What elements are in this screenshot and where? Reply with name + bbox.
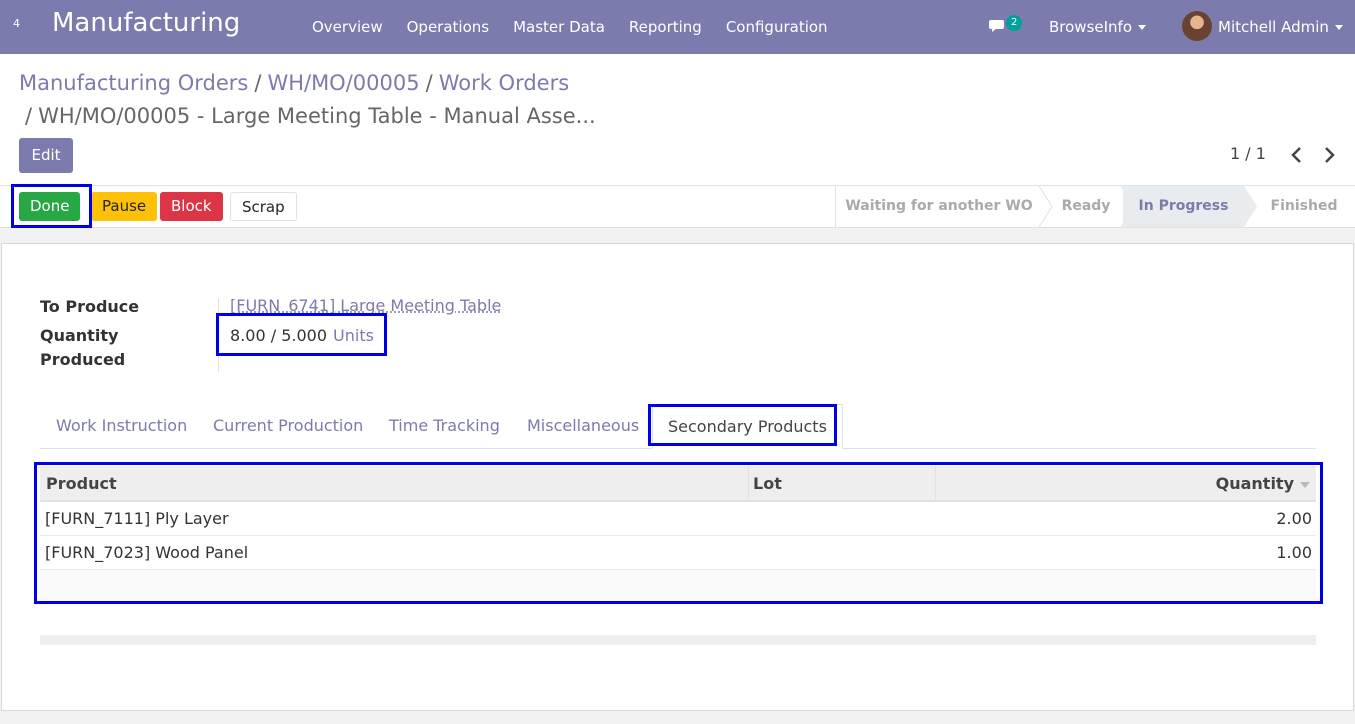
block-button[interactable]: Block	[160, 192, 223, 221]
menu-master-data[interactable]: Master Data	[501, 0, 617, 54]
breadcrumb-current: WH/MO/00005 - Large Meeting Table - Manu…	[38, 104, 596, 128]
chat-icon	[989, 20, 1004, 32]
stage-pipeline: Waiting for another WO Ready In Progress…	[835, 186, 1355, 227]
to-produce-label: To Produce	[40, 297, 140, 316]
user-menu[interactable]: Mitchell Admin	[1218, 0, 1343, 54]
stage-ready[interactable]: Ready	[1052, 186, 1120, 227]
menu-reporting[interactable]: Reporting	[617, 0, 714, 54]
produced-label: Produced	[40, 350, 126, 369]
control-panel: Manufacturing Orders / WH/MO/00005/Work Or…	[0, 54, 1355, 186]
edit-button[interactable]: Edit	[19, 138, 73, 173]
stage-waiting[interactable]: Waiting for another WO	[836, 186, 1042, 227]
menu-overview[interactable]: Overview	[300, 0, 395, 54]
company-switcher[interactable]: BrowseInfo	[1049, 0, 1147, 54]
highlight-box	[34, 462, 1323, 604]
breadcrumb-manufacturing-orders[interactable]: Manufacturing Orders	[19, 71, 248, 95]
chat-button[interactable]: 2	[989, 15, 1029, 37]
status-bar: Done Pause Block Scrap Waiting for anoth…	[0, 186, 1355, 228]
quantity-label: Quantity	[40, 326, 119, 345]
avatar[interactable]	[1182, 11, 1212, 41]
menu-operations[interactable]: Operations	[395, 0, 501, 54]
chevron-down-icon	[1138, 25, 1147, 30]
tab-miscellaneous[interactable]: Miscellaneous	[527, 404, 639, 449]
company-name: BrowseInfo	[1049, 18, 1133, 36]
breadcrumb-separator: /	[425, 71, 433, 95]
stage-finished[interactable]: Finished	[1260, 186, 1348, 227]
stage-arrow	[1244, 186, 1257, 227]
tab-current-production[interactable]: Current Production	[213, 404, 363, 449]
highlight-box	[648, 404, 837, 446]
user-name: Mitchell Admin	[1218, 18, 1329, 36]
tab-work-instruction[interactable]: Work Instruction	[56, 404, 187, 449]
tab-time-tracking[interactable]: Time Tracking	[389, 404, 500, 449]
breadcrumb-separator: /	[25, 104, 33, 128]
app-brand[interactable]: Manufacturing	[52, 8, 240, 38]
pager-value: 1 / 1	[1230, 144, 1266, 163]
chevron-left-icon[interactable]	[1290, 146, 1304, 164]
chevron-right-icon[interactable]	[1322, 146, 1336, 164]
stage-in-progress[interactable]: In Progress	[1123, 186, 1244, 227]
breadcrumb-mo[interactable]: WH/MO/00005	[267, 71, 419, 95]
menu-configuration[interactable]: Configuration	[714, 0, 840, 54]
top-navbar: 4 Manufacturing Overview Operations Mast…	[0, 0, 1355, 54]
chevron-down-icon	[1334, 25, 1343, 30]
breadcrumb-work-orders[interactable]: Work Orders	[439, 71, 569, 95]
main-menu: Overview Operations Master Data Reportin…	[300, 0, 840, 54]
breadcrumb: Manufacturing Orders / WH/MO/00005/Work Or…	[19, 67, 619, 133]
apps-menu-icon[interactable]: 4	[13, 17, 20, 30]
highlight-box	[216, 313, 387, 356]
table-footer	[40, 635, 1316, 645]
chat-count-badge: 2	[1006, 15, 1023, 31]
highlight-box	[11, 184, 92, 228]
pause-button[interactable]: Pause	[91, 192, 158, 221]
breadcrumb-separator: /	[254, 71, 262, 95]
stage-arrow	[1039, 186, 1053, 227]
scrap-button[interactable]: Scrap	[230, 192, 297, 221]
